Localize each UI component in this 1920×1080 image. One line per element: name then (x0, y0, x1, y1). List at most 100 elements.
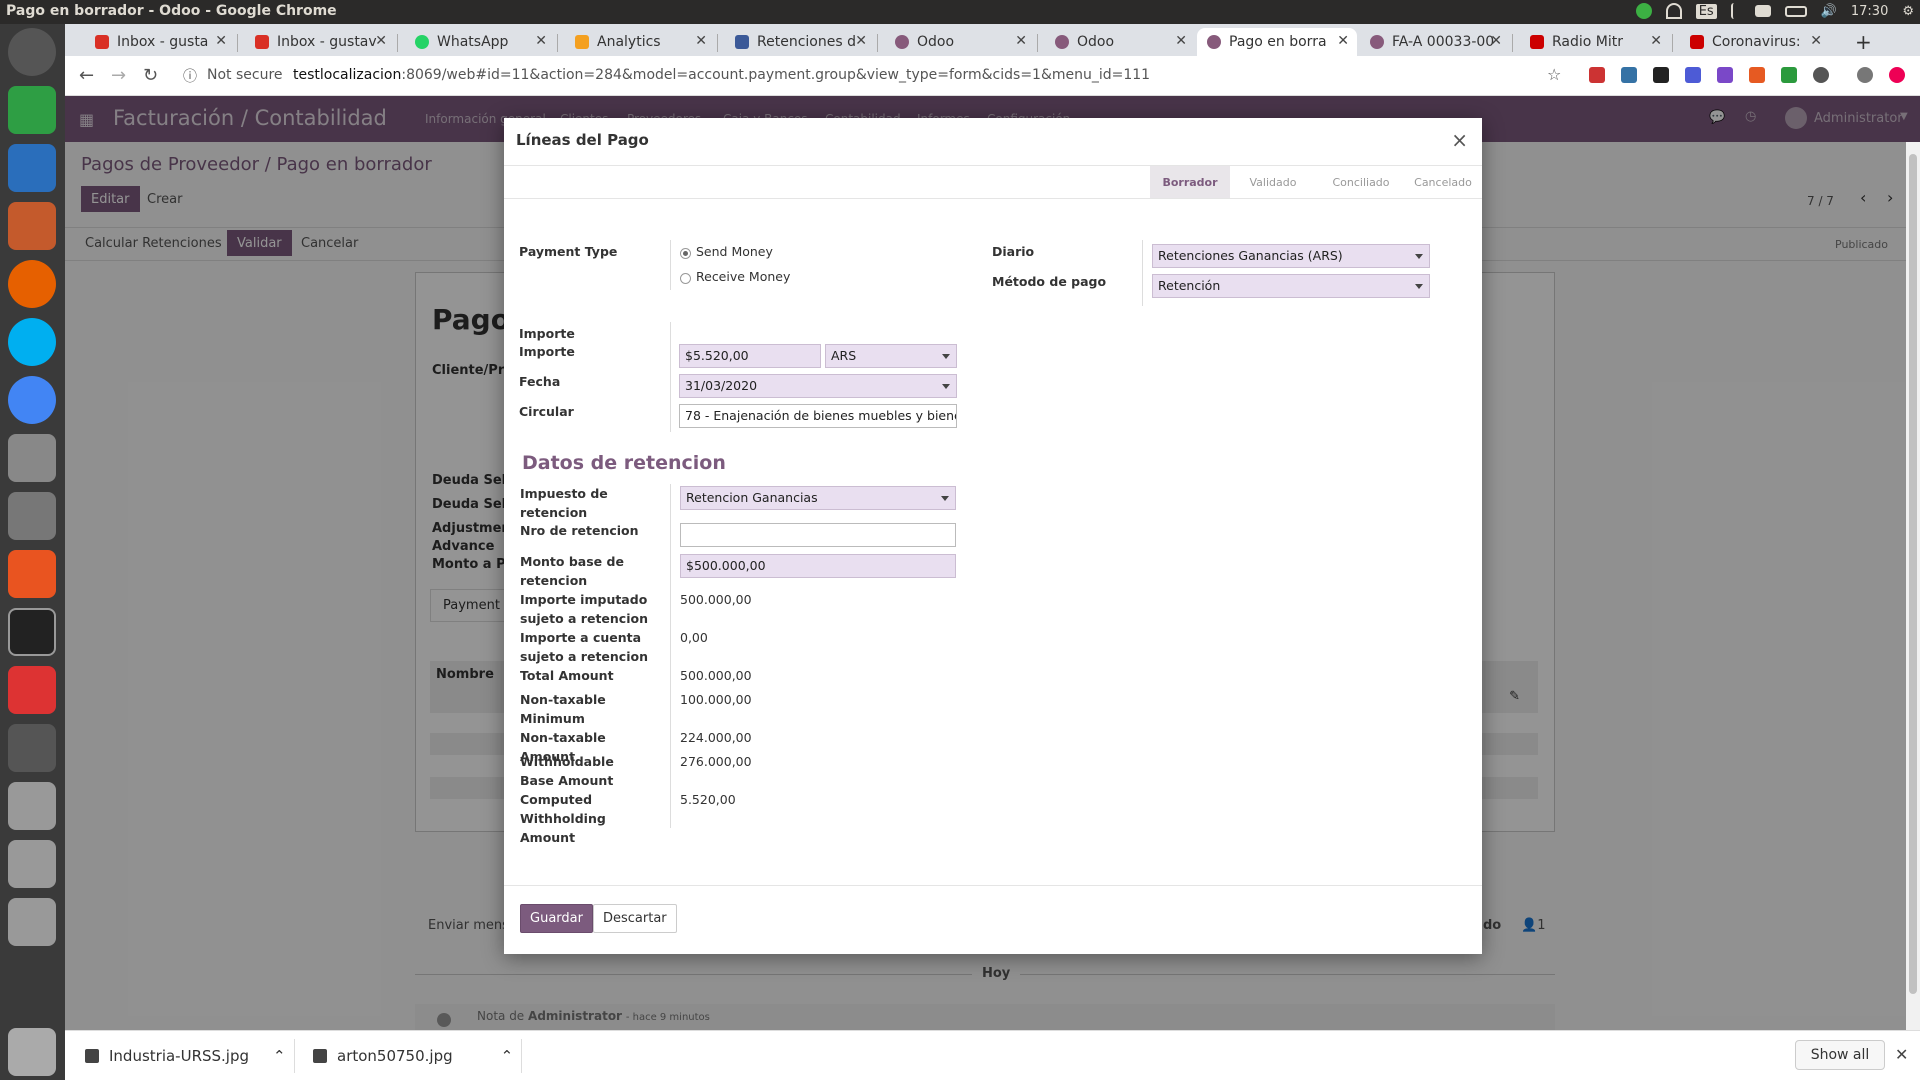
browser-tab[interactable]: Radio Mitr ✕ (1520, 28, 1670, 56)
browser-tab[interactable]: Retenciones d ✕ (725, 28, 875, 56)
payment-method-select[interactable]: Retención (1152, 274, 1430, 298)
show-all-downloads-button[interactable]: Show all (1795, 1040, 1885, 1070)
file-cabinet-icon[interactable] (8, 492, 56, 540)
close-icon[interactable]: ✕ (1895, 1045, 1908, 1064)
mail-icon[interactable] (1754, 5, 1771, 17)
stage-validated[interactable]: Validado (1232, 166, 1314, 198)
bookmark-star-icon[interactable]: ☆ (1547, 65, 1561, 84)
bluetooth-icon[interactable] (1730, 3, 1741, 19)
python-extension-icon[interactable] (1621, 67, 1637, 83)
battery-icon[interactable] (1784, 5, 1807, 17)
profile-avatar-icon[interactable] (1857, 67, 1873, 83)
volume-icon[interactable]: 🔊 (1821, 4, 1837, 19)
non-taxable-minimum-label: Non-taxable Minimum (520, 692, 606, 726)
firefox-icon[interactable] (8, 260, 56, 308)
close-tab-icon[interactable]: ✕ (535, 33, 547, 49)
ubuntu-dash-icon[interactable] (8, 28, 56, 76)
memo-input[interactable]: 78 - Enajenación de bienes muebles y bie… (679, 404, 957, 428)
extension-icon[interactable] (1589, 67, 1605, 83)
forward-arrow-icon[interactable]: → (111, 65, 126, 86)
stage-reconciled[interactable]: Conciliado (1316, 166, 1406, 198)
skype-icon[interactable] (8, 318, 56, 366)
keyboard-layout-indicator[interactable]: Es (1695, 3, 1717, 19)
save-button[interactable]: Guardar (520, 904, 593, 933)
security-indicator[interactable]: Not secure (207, 67, 283, 83)
total-amount-label: Total Amount (520, 668, 614, 683)
send-money-radio[interactable] (680, 248, 691, 259)
extension-icon[interactable] (1653, 67, 1669, 83)
close-tab-icon[interactable]: ✕ (855, 33, 867, 49)
chevron-up-icon[interactable]: ⌃ (273, 1047, 286, 1065)
extension-icon[interactable] (1717, 67, 1733, 83)
withholding-tax-select[interactable]: Retencion Ganancias (680, 486, 956, 510)
browser-tab[interactable]: Odoo ✕ (1045, 28, 1195, 56)
close-icon[interactable]: × (1451, 128, 1468, 152)
send-money-label[interactable]: Send Money (696, 242, 773, 261)
close-tab-icon[interactable]: ✕ (1650, 33, 1662, 49)
download-item[interactable]: arton50750.jpg ⌃ (313, 1047, 513, 1065)
trash-icon[interactable] (8, 1028, 56, 1076)
computed-withholding-value: 5.520,00 (680, 792, 736, 807)
close-tab-icon[interactable]: ✕ (1810, 33, 1822, 49)
back-arrow-icon[interactable]: ← (79, 65, 94, 86)
browser-tab[interactable]: Odoo ✕ (885, 28, 1035, 56)
close-tab-icon[interactable]: ✕ (1175, 33, 1187, 49)
download-item[interactable]: Industria-URSS.jpg ⌃ (85, 1047, 286, 1065)
new-tab-button[interactable]: + (1845, 28, 1875, 56)
impress-app-icon[interactable] (8, 202, 56, 250)
drive-icon[interactable] (8, 782, 56, 830)
chrome-icon[interactable] (8, 376, 56, 424)
stage-draft[interactable]: Borrador (1150, 166, 1230, 198)
browser-tab[interactable]: Inbox - gustav ✕ (245, 28, 395, 56)
close-tab-icon[interactable]: ✕ (695, 33, 707, 49)
workspace-switcher-icon[interactable] (8, 724, 56, 772)
window-title: Pago en borrador - Odoo - Google Chrome (6, 3, 337, 19)
extension-icon[interactable] (1749, 67, 1765, 83)
extension-icon[interactable] (1685, 67, 1701, 83)
spreadsheet-app-icon[interactable] (8, 86, 56, 134)
update-menu-icon[interactable] (1889, 67, 1905, 83)
date-input[interactable]: 31/03/2020 (679, 374, 957, 398)
scrollbar-thumb[interactable] (1909, 154, 1917, 994)
discard-button[interactable]: Descartar (593, 904, 677, 933)
extension-icon[interactable] (1781, 67, 1797, 83)
page-scrollbar[interactable] (1906, 142, 1920, 1030)
close-tab-icon[interactable]: ✕ (215, 33, 227, 49)
close-tab-icon[interactable]: ✕ (1015, 33, 1027, 49)
withholding-base-label: Monto base de retencion (520, 554, 624, 588)
software-center-icon[interactable] (8, 550, 56, 598)
withholdable-base-value: 276.000,00 (680, 754, 752, 769)
settings-gear-icon[interactable]: ⚙ (1902, 4, 1914, 19)
reload-icon[interactable]: ↻ (143, 65, 158, 86)
close-tab-icon[interactable]: ✕ (375, 33, 387, 49)
close-tab-icon[interactable]: ✕ (1337, 33, 1349, 49)
journal-select[interactable]: Retenciones Ganancias (ARS) (1152, 244, 1430, 268)
close-tab-icon[interactable]: ✕ (1490, 33, 1502, 49)
stage-cancelled[interactable]: Cancelado (1404, 166, 1482, 198)
currency-select[interactable]: ARS (825, 344, 957, 368)
check-icon[interactable] (1635, 3, 1652, 19)
browser-tab[interactable]: FA-A 00033-00 ✕ (1360, 28, 1510, 56)
chevron-up-icon[interactable]: ⌃ (501, 1047, 514, 1065)
browser-tab[interactable]: Coronavirus: ✕ (1680, 28, 1830, 56)
wifi-icon[interactable] (1665, 3, 1682, 19)
writer-app-icon[interactable] (8, 144, 56, 192)
terminal-icon[interactable] (8, 608, 56, 656)
browser-tab[interactable]: Inbox - gusta ✕ (85, 28, 235, 56)
browser-tab-active[interactable]: Pago en borra ✕ (1197, 28, 1357, 56)
receive-money-label[interactable]: Receive Money (696, 267, 790, 286)
drive-icon[interactable] (8, 840, 56, 888)
receive-money-radio[interactable] (680, 273, 691, 284)
browser-tab[interactable]: WhatsApp ✕ (405, 28, 555, 56)
clock[interactable]: 17:30 (1851, 4, 1888, 19)
withholding-number-input[interactable] (680, 523, 956, 547)
drive-icon[interactable] (8, 898, 56, 946)
extension-icon[interactable] (1813, 67, 1829, 83)
withholding-base-input[interactable]: $500.000,00 (680, 554, 956, 578)
info-icon[interactable]: ⓘ (183, 66, 197, 86)
browser-tab[interactable]: Analytics ✕ (565, 28, 715, 56)
amount-input[interactable]: $5.520,00 (679, 344, 821, 368)
url-field[interactable]: testlocalizacion:8069/web#id=11&action=2… (293, 67, 1150, 83)
document-viewer-icon[interactable] (8, 666, 56, 714)
system-settings-icon[interactable] (8, 434, 56, 482)
